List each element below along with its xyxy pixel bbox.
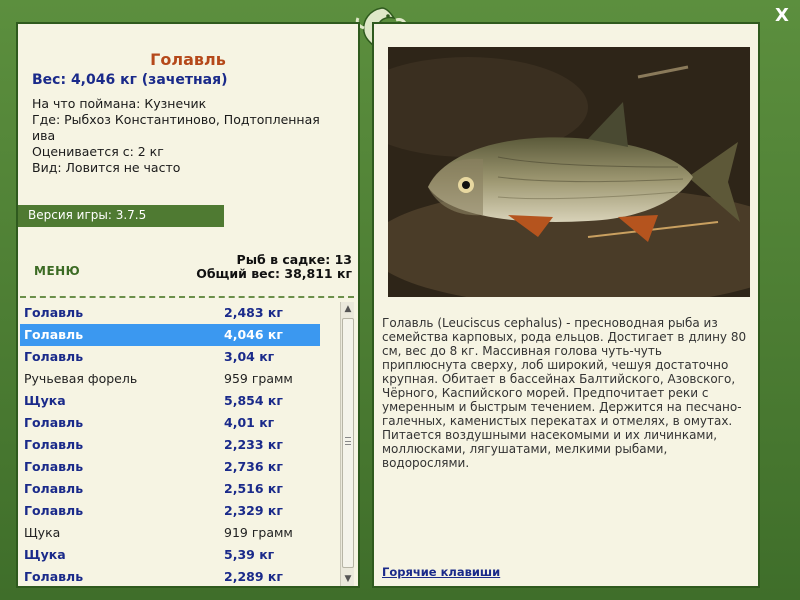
divider xyxy=(20,296,354,298)
catch-details-panel: Голавль Вес: 4,046 кг (зачетная) На что … xyxy=(16,22,360,588)
info-location: Где: Рыбхоз Константиново, Подтопленная xyxy=(32,112,320,127)
fish-weight: Вес: 4,046 кг (зачетная) xyxy=(32,72,228,88)
catch-fish-name: Щука xyxy=(24,525,61,540)
catch-fish-weight: 2,289 кг xyxy=(224,569,283,584)
catch-fish-weight: 2,483 кг xyxy=(224,305,283,320)
chub-fish-photo xyxy=(388,47,750,297)
hotkeys-link[interactable]: Горячие клавиши xyxy=(382,565,500,579)
catch-fish-name: Щука xyxy=(24,547,66,562)
catch-fish-weight: 919 грамм xyxy=(224,525,293,540)
catch-fish-name: Голавль xyxy=(24,437,84,452)
catch-row[interactable]: Голавль 4,01 кг xyxy=(20,412,320,434)
catch-list-scrollbar[interactable]: ▲ ▼ xyxy=(340,302,354,586)
catch-fish-weight: 3,04 кг xyxy=(224,349,275,364)
cage-fish-count: Рыб в садке: 13 xyxy=(236,252,352,267)
catch-row[interactable]: Голавль 2,329 кг xyxy=(20,500,320,522)
catch-row[interactable]: Голавль 2,736 кг xyxy=(20,456,320,478)
close-icon[interactable]: X xyxy=(772,6,792,26)
grip-icon xyxy=(345,437,351,445)
fish-encyclopedia-panel: Голавль (Leuciscus cephalus) - пресновод… xyxy=(372,22,760,588)
catch-row[interactable]: Щука 5,39 кг xyxy=(20,544,320,566)
scroll-up-arrow-icon[interactable]: ▲ xyxy=(341,302,355,316)
catch-row[interactable]: Щука 919 грамм xyxy=(20,522,320,544)
catch-fish-weight: 959 грамм xyxy=(224,371,293,386)
catch-row[interactable]: Щука 5,854 кг xyxy=(20,390,320,412)
fish-title: Голавль xyxy=(150,50,226,69)
catch-fish-name: Щука xyxy=(24,393,66,408)
catch-fish-weight: 2,329 кг xyxy=(224,503,283,518)
catch-row[interactable]: Голавль 3,04 кг xyxy=(20,346,320,368)
menu-button[interactable]: МЕНЮ xyxy=(34,264,80,278)
info-location-cont: ива xyxy=(32,128,56,143)
cage-total-weight: Общий вес: 38,811 кг xyxy=(196,266,352,281)
game-version: Версия игры: 3.7.5 xyxy=(18,205,224,227)
catch-fish-weight: 2,516 кг xyxy=(224,481,283,496)
scroll-thumb[interactable] xyxy=(342,318,354,568)
catch-fish-name: Ручьевая форель xyxy=(24,371,138,386)
catch-fish-name: Голавль xyxy=(24,503,84,518)
catch-fish-weight: 2,736 кг xyxy=(224,459,283,474)
catch-fish-name: Голавль xyxy=(24,569,84,584)
info-rarity: Вид: Ловится не часто xyxy=(32,160,181,175)
fish-description: Голавль (Leuciscus cephalus) - пресновод… xyxy=(382,316,747,470)
catch-fish-name: Голавль xyxy=(24,459,84,474)
catch-row[interactable]: Голавль 2,483 кг xyxy=(20,302,320,324)
catch-fish-name: Голавль xyxy=(24,415,84,430)
catch-fish-weight: 5,39 кг xyxy=(224,547,275,562)
catch-row[interactable]: Ручьевая форель 959 грамм xyxy=(20,368,320,390)
fish-illustration xyxy=(388,47,750,297)
catch-fish-name: Голавль xyxy=(24,481,84,496)
catch-row[interactable]: Голавль 2,289 кг xyxy=(20,566,320,586)
fish-info: Голавль Вес: 4,046 кг (зачетная) На что … xyxy=(18,24,358,204)
cage-stats: Рыб в садке: 13 Общий вес: 38,811 кг xyxy=(196,253,352,281)
catch-row[interactable]: Голавль 2,516 кг xyxy=(20,478,320,500)
info-threshold: Оценивается с: 2 кг xyxy=(32,144,164,159)
catch-fish-weight: 4,01 кг xyxy=(224,415,275,430)
catch-fish-name: Голавль xyxy=(24,349,84,364)
catch-fish-weight: 2,233 кг xyxy=(224,437,283,452)
catch-fish-weight: 4,046 кг xyxy=(224,327,283,342)
catch-fish-name: Голавль xyxy=(24,327,84,342)
catch-list: Голавль 2,483 кг Голавль 4,046 кг Голавль 3,0… xyxy=(20,302,338,586)
catch-row[interactable]: Голавль 2,233 кг xyxy=(20,434,320,456)
catch-fish-weight: 5,854 кг xyxy=(224,393,283,408)
catch-fish-name: Голавль xyxy=(24,305,84,320)
info-bait: На что поймана: Кузнечик xyxy=(32,96,207,111)
catch-row[interactable]: Голавль 4,046 кг xyxy=(20,324,320,346)
scroll-down-arrow-icon[interactable]: ▼ xyxy=(341,572,355,586)
